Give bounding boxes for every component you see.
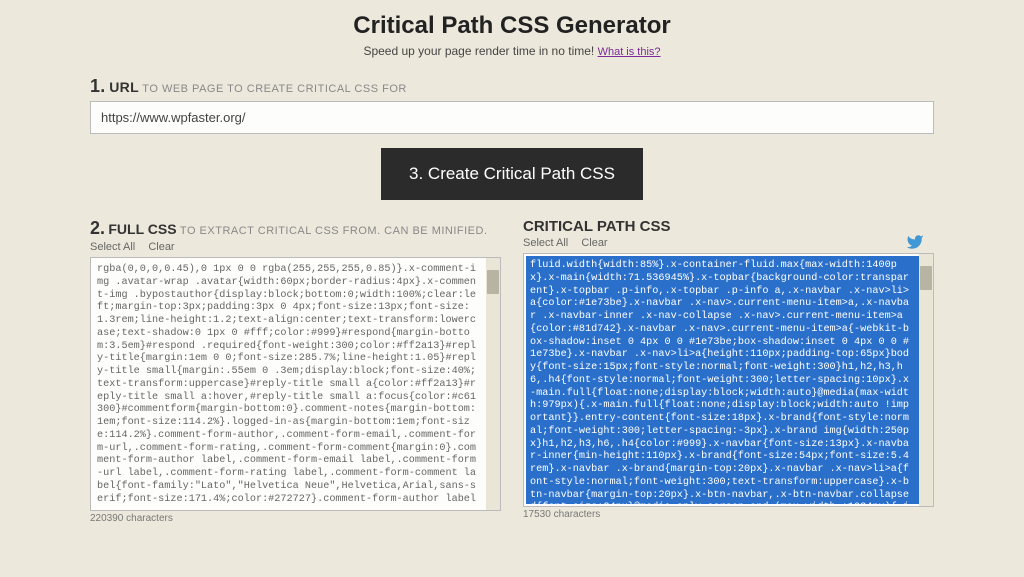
critical-css-char-count: 17530 characters xyxy=(523,509,934,520)
create-critical-css-button[interactable]: 3. Create Critical Path CSS xyxy=(381,148,643,200)
critical-css-column: CRITICAL PATH CSS Select All Clear fluid… xyxy=(523,218,934,524)
full-css-char-count: 220390 characters xyxy=(90,513,501,524)
page-header: Critical Path CSS Generator Speed up you… xyxy=(90,12,934,58)
twitter-icon[interactable] xyxy=(906,233,924,254)
full-css-clear[interactable]: Clear xyxy=(148,241,174,253)
full-css-select-all[interactable]: Select All xyxy=(90,241,135,253)
critical-css-scrollbar[interactable] xyxy=(919,254,933,506)
critical-css-clear[interactable]: Clear xyxy=(581,237,607,249)
critical-css-select-all[interactable]: Select All xyxy=(523,237,568,249)
url-input[interactable] xyxy=(90,101,934,134)
full-css-textarea[interactable]: rgba(0,0,0,0.45),0 1px 0 0 rgba(255,255,… xyxy=(90,257,501,511)
what-is-this-link[interactable]: What is this? xyxy=(598,46,661,58)
page-subtitle: Speed up your page render time in no tim… xyxy=(90,44,934,58)
page-title: Critical Path CSS Generator xyxy=(90,12,934,40)
critical-css-textarea[interactable]: fluid.width{width:85%}.x-container-fluid… xyxy=(523,253,934,507)
critical-css-title: CRITICAL PATH CSS xyxy=(523,218,671,235)
full-css-column: 2. FULL CSS TO EXTRACT CRITICAL CSS FROM… xyxy=(90,218,501,524)
full-css-scrollbar[interactable] xyxy=(486,258,500,510)
step-1-label: 1. URL TO WEB PAGE TO CREATE CRITICAL CS… xyxy=(90,76,934,97)
step-2-label: 2. FULL CSS TO EXTRACT CRITICAL CSS FROM… xyxy=(90,218,501,239)
step-1-row: 1. URL TO WEB PAGE TO CREATE CRITICAL CS… xyxy=(90,76,934,134)
